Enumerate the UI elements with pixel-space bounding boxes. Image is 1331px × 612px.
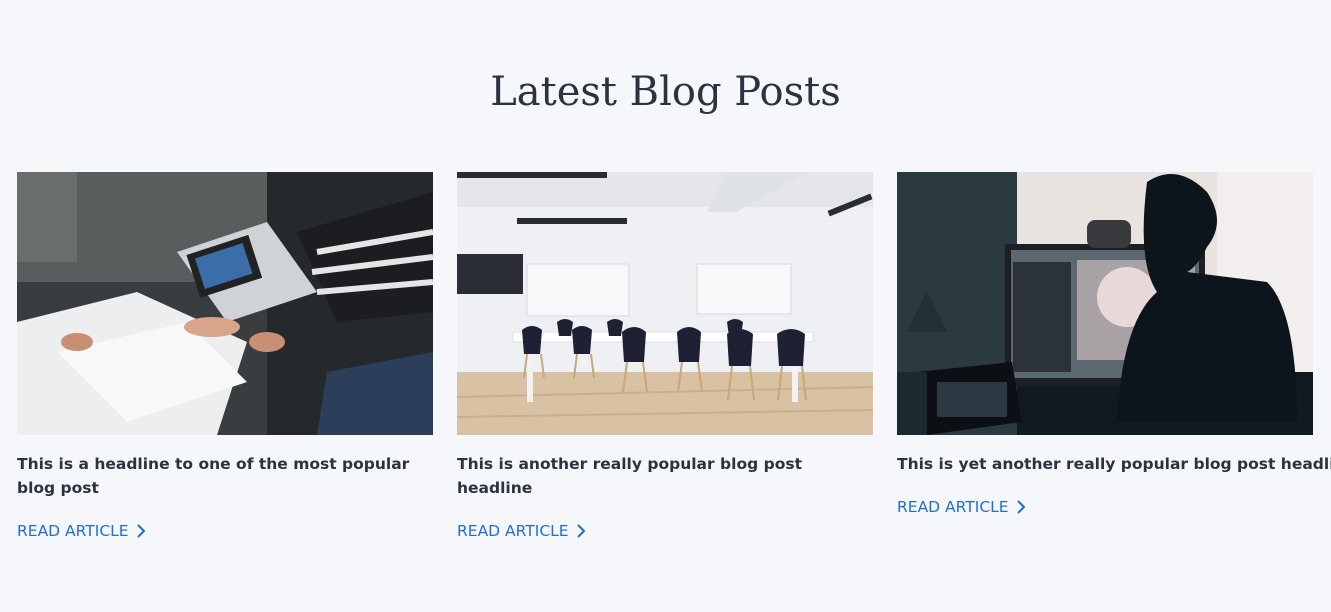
blog-image-team-meeting[interactable] [17,172,433,435]
read-article-label: READ ARTICLE [17,522,129,540]
blog-card: This is a headline to one of the most po… [17,172,433,540]
blog-section: Latest Blog Posts This is a headline to … [0,0,1331,612]
blog-image-conference-room[interactable] [457,172,873,435]
read-article-link[interactable]: READ ARTICLE [457,522,586,540]
post-headline[interactable]: This is another really popular blog post… [457,452,873,500]
read-article-link[interactable]: READ ARTICLE [17,522,146,540]
chevron-right-icon [1016,500,1026,514]
chevron-right-icon [136,524,146,538]
post-headline[interactable]: This is a headline to one of the most po… [17,452,433,500]
read-article-link[interactable]: READ ARTICLE [897,498,1026,516]
blog-card: This is another really popular blog post… [457,172,873,540]
section-title: Latest Blog Posts [490,69,841,115]
blog-card: This is yet another really popular blog … [897,172,1331,516]
read-article-label: READ ARTICLE [897,498,1009,516]
post-headline[interactable]: This is yet another really popular blog … [897,452,1331,476]
read-article-label: READ ARTICLE [457,522,569,540]
blog-image-editing-workstation[interactable] [897,172,1313,435]
chevron-right-icon [576,524,586,538]
